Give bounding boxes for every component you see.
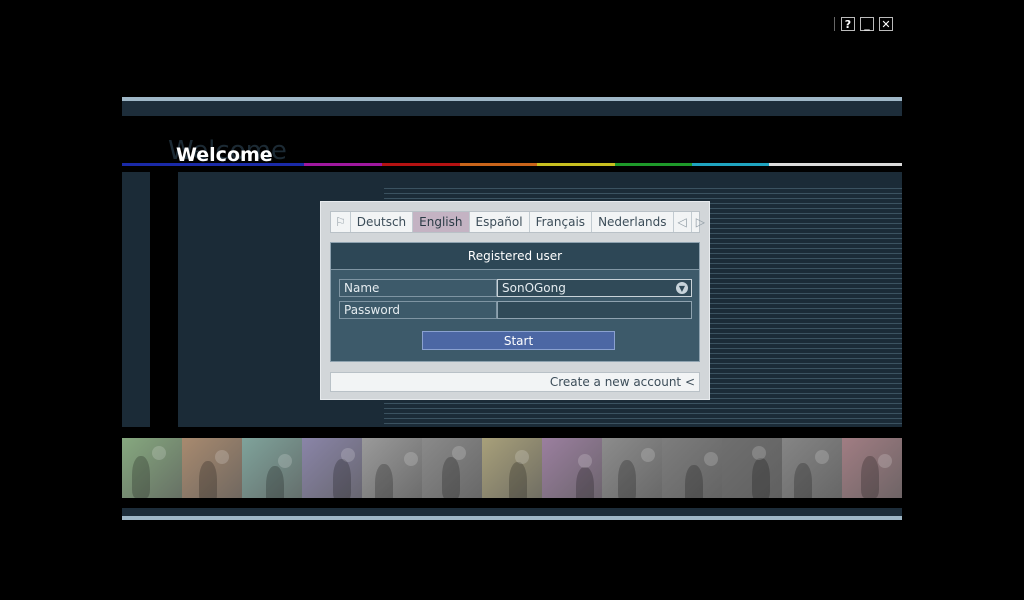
arrow-left-icon[interactable]: ◁ [674,212,692,232]
color-segment [615,163,692,166]
color-segment [304,163,382,166]
name-field[interactable]: SonOGong ▼ [497,279,692,297]
divider [834,17,835,31]
name-value: SonOGong [502,281,566,295]
language-deutsch[interactable]: Deutsch [351,212,414,232]
photo-highlight [215,450,229,464]
photo-highlight [452,446,466,460]
photo-figure [685,465,703,498]
photo-figure [199,461,217,498]
photo-tile [842,438,902,498]
photo-figure [752,458,770,498]
bottom-frame-bar [122,508,902,516]
arrow-right-icon[interactable]: ▷ [692,212,709,232]
photo-highlight [341,448,355,462]
photo-figure [442,457,460,498]
photo-figure [266,466,284,498]
photo-highlight [152,446,166,460]
language-espanol[interactable]: Español [470,212,530,232]
photo-figure [618,460,636,498]
photo-tile [782,438,842,498]
photo-tile [602,438,662,498]
photo-figure [861,456,879,498]
photo-figure [509,462,527,498]
top-frame-bar [122,101,902,116]
photo-tile [422,438,482,498]
photo-highlight [641,448,655,462]
bottom-frame-highlight [122,516,902,520]
close-button[interactable]: ✕ [879,17,893,31]
photo-highlight [404,452,418,466]
color-segment [769,163,902,166]
password-row: Password [339,301,692,319]
photo-tile [302,438,362,498]
photo-figure [375,464,393,498]
color-divider [122,163,902,166]
photo-tile [662,438,722,498]
photo-highlight [515,450,529,464]
photo-strip [122,438,902,498]
name-label: Name [339,279,497,297]
color-segment [382,163,460,166]
photo-tile [182,438,242,498]
photo-tile [482,438,542,498]
language-nederlands[interactable]: Nederlands [592,212,674,232]
start-button[interactable]: Start [422,331,615,350]
photo-highlight [578,454,592,468]
photo-tile [362,438,422,498]
chevron-down-icon[interactable]: ▼ [676,282,688,294]
photo-tile [242,438,302,498]
password-label: Password [339,301,497,319]
color-segment [537,163,615,166]
language-francais[interactable]: Français [530,212,593,232]
login-dialog: ⚐ Deutsch English Español Français Neder… [320,201,710,400]
window-controls: ? _ ✕ [834,16,898,32]
photo-tile [122,438,182,498]
color-segment [692,163,769,166]
login-header: Registered user [331,243,699,270]
login-box: Registered user Name SonOGong ▼ Password… [330,242,700,362]
photo-tile [722,438,782,498]
photo-tile [542,438,602,498]
language-english[interactable]: English [413,212,470,232]
photo-highlight [815,450,829,464]
flag-icon[interactable]: ⚐ [331,212,351,232]
help-button[interactable]: ? [841,17,855,31]
password-field[interactable] [497,301,692,319]
photo-figure [132,456,150,498]
photo-highlight [704,452,718,466]
photo-highlight [278,454,292,468]
name-row: Name SonOGong ▼ [339,279,692,297]
minimize-button[interactable]: _ [860,17,874,31]
photo-highlight [878,454,892,468]
photo-highlight [752,446,766,460]
color-segment [460,163,537,166]
color-segment [122,163,304,166]
photo-figure [576,467,594,498]
photo-figure [333,459,351,498]
decorative-stripe [150,172,178,427]
language-bar: ⚐ Deutsch English Español Français Neder… [330,211,705,233]
create-account-link[interactable]: Create a new account < [330,372,700,392]
photo-figure [794,463,812,498]
